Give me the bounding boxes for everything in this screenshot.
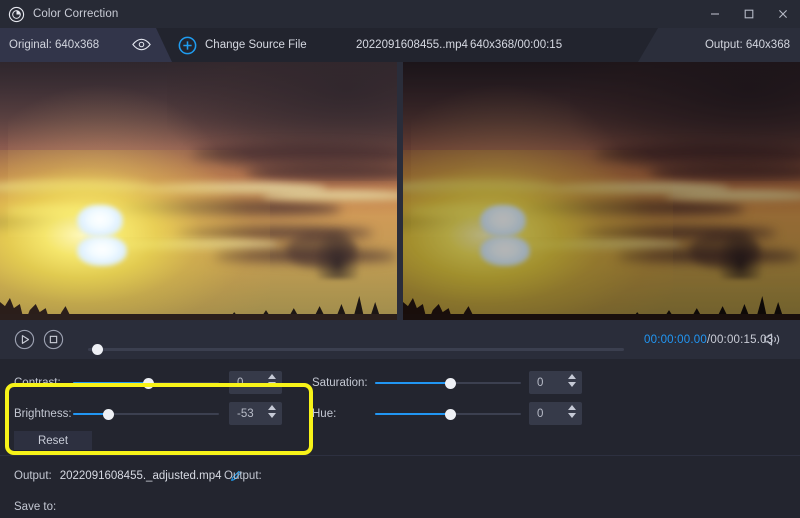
contrast-slider-fill bbox=[73, 382, 149, 384]
stop-button[interactable] bbox=[43, 329, 64, 350]
contrast-increment-icon[interactable] bbox=[268, 374, 276, 379]
source-file-meta-text: 640x368/00:00:15 bbox=[470, 39, 563, 51]
source-file-name-text: 2022091608455..mp4 bbox=[356, 39, 468, 51]
transport-bar: 00:00:00.00 / 00:00:15.03 bbox=[0, 320, 800, 359]
play-button[interactable] bbox=[14, 329, 35, 350]
preview-image-original bbox=[0, 62, 397, 320]
tab-original-label: Original: 640x368 bbox=[9, 39, 100, 51]
hue-label: Hue: bbox=[312, 408, 337, 420]
color-correction-window: Color Correction Original: 640x368 Chang… bbox=[0, 0, 800, 518]
output-name-row: Output: 2022091608455._adjusted.mp4 bbox=[14, 465, 243, 487]
saturation-label-row: Saturation: bbox=[312, 371, 368, 395]
hue-increment-icon[interactable] bbox=[568, 405, 576, 410]
hue-spinner[interactable]: 0 bbox=[529, 402, 582, 425]
saturation-slider-fill bbox=[375, 382, 451, 384]
saturation-decrement-icon[interactable] bbox=[568, 382, 576, 387]
output-name-value: 2022091608455._adjusted.mp4 bbox=[59, 470, 222, 482]
adjust-panel: Contrast: 0 Saturation: 0 Brightness: -5… bbox=[0, 359, 800, 455]
output-name-label: Output: bbox=[14, 470, 52, 482]
saturation-slider-thumb[interactable] bbox=[445, 377, 457, 389]
contrast-spinner[interactable]: 0 bbox=[229, 371, 282, 394]
source-file-name: 2022091608455..mp4 bbox=[356, 28, 468, 62]
window-controls bbox=[698, 0, 800, 28]
tab-output[interactable]: Output: 640x368 bbox=[638, 28, 800, 62]
saturation-spinner[interactable]: 0 bbox=[529, 371, 582, 394]
tab-output-label: Output: 640x368 bbox=[704, 39, 790, 51]
hue-spinner-arrows[interactable] bbox=[568, 405, 576, 418]
minimize-icon bbox=[711, 13, 719, 15]
save-to-label: Save to: bbox=[14, 501, 57, 513]
reset-button[interactable]: Reset bbox=[14, 431, 92, 450]
volume-icon[interactable] bbox=[763, 331, 783, 348]
playback-progress-thumb[interactable] bbox=[92, 344, 103, 355]
output-preview[interactable] bbox=[403, 62, 800, 320]
hue-slider-fill bbox=[375, 413, 451, 415]
timecode-display: 00:00:00.00 / 00:00:15.03 bbox=[644, 320, 773, 359]
eye-icon[interactable] bbox=[132, 37, 151, 52]
plus-circle-icon bbox=[178, 36, 197, 54]
output-format-row: Output: bbox=[224, 465, 262, 487]
contrast-decrement-icon[interactable] bbox=[268, 382, 276, 387]
saturation-label: Saturation: bbox=[312, 377, 368, 389]
maximize-button[interactable] bbox=[732, 0, 766, 28]
saturation-increment-icon[interactable] bbox=[568, 374, 576, 379]
current-time: 00:00:00.00 bbox=[644, 333, 707, 346]
brightness-decrement-icon[interactable] bbox=[268, 413, 276, 418]
saturation-value: 0 bbox=[537, 376, 544, 389]
source-file-meta: 640x368/00:00:15 bbox=[470, 28, 562, 62]
title-bar: Color Correction bbox=[0, 0, 800, 28]
brightness-spinner-arrows[interactable] bbox=[268, 405, 276, 418]
change-source-file-button[interactable]: Change Source File bbox=[178, 28, 307, 62]
brightness-label-row: Brightness: bbox=[14, 402, 72, 426]
hue-decrement-icon[interactable] bbox=[568, 413, 576, 418]
contrast-label-row: Contrast: bbox=[14, 371, 61, 395]
original-preview[interactable] bbox=[0, 62, 397, 320]
hue-slider-thumb[interactable] bbox=[445, 408, 457, 420]
source-bar: Original: 640x368 Change Source File 202… bbox=[0, 28, 800, 62]
hue-slider[interactable] bbox=[375, 402, 521, 426]
brightness-slider-thumb[interactable] bbox=[102, 408, 114, 420]
playback-progress-track[interactable] bbox=[88, 348, 624, 351]
preview-image-output bbox=[403, 62, 800, 320]
hue-label-row: Hue: bbox=[312, 402, 336, 426]
contrast-spinner-arrows[interactable] bbox=[268, 374, 276, 387]
brightness-value: -53 bbox=[237, 407, 254, 420]
window-title: Color Correction bbox=[33, 8, 119, 20]
brightness-slider[interactable] bbox=[73, 402, 219, 426]
contrast-slider[interactable] bbox=[73, 371, 219, 395]
minimize-button[interactable] bbox=[698, 0, 732, 28]
saturation-slider[interactable] bbox=[375, 371, 521, 395]
save-to-row: Save to: bbox=[14, 496, 56, 518]
brightness-spinner[interactable]: -53 bbox=[229, 402, 282, 425]
preview-area bbox=[0, 62, 800, 320]
brightness-label: Brightness: bbox=[14, 408, 72, 420]
bottom-bar: Output: 2022091608455._adjusted.mp4 Outp… bbox=[0, 455, 800, 518]
maximize-icon bbox=[744, 9, 754, 19]
close-icon bbox=[779, 10, 787, 18]
contrast-value: 0 bbox=[237, 376, 244, 389]
vidmore-logo-icon bbox=[8, 6, 25, 22]
change-source-file-label: Change Source File bbox=[205, 39, 307, 51]
close-button[interactable] bbox=[766, 0, 800, 28]
contrast-slider-thumb[interactable] bbox=[143, 377, 155, 389]
brightness-increment-icon[interactable] bbox=[268, 405, 276, 410]
contrast-label: Contrast: bbox=[14, 377, 61, 389]
saturation-spinner-arrows[interactable] bbox=[568, 374, 576, 387]
output-format-label: Output: bbox=[224, 470, 262, 482]
hue-value: 0 bbox=[537, 407, 544, 420]
